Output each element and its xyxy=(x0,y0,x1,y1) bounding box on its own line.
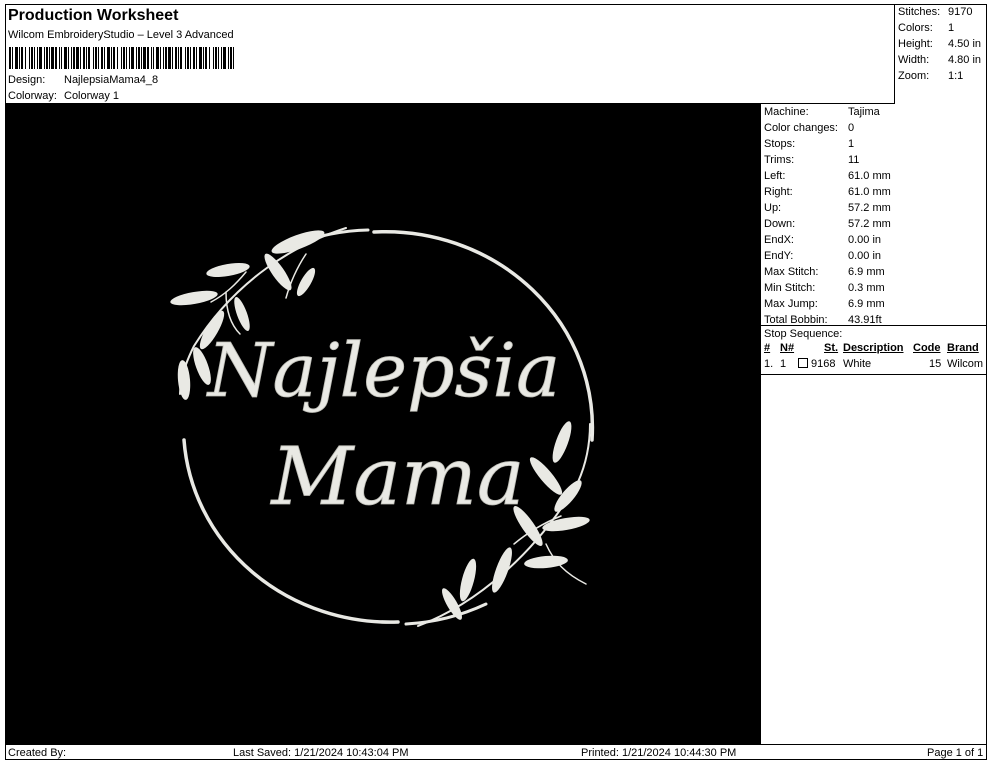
design-preview: Najlepšia Mama xyxy=(6,104,760,744)
row-needle: 1 xyxy=(780,358,787,370)
row-brand: Wilcom xyxy=(947,358,984,370)
row-stitches: 9168 xyxy=(811,358,836,370)
col-header-needle: N# xyxy=(780,342,795,354)
max-stitch-row: Max Stitch: 6.9 mm xyxy=(764,266,885,278)
col-header-index: # xyxy=(764,342,771,354)
height-row: Height: 4.50 in xyxy=(898,38,982,50)
worksheet-header: Production Worksheet Wilcom EmbroiderySt… xyxy=(6,5,894,104)
colorway-label: Colorway: xyxy=(8,90,57,102)
design-text-line1: Najlepšia xyxy=(206,328,560,414)
left-row: Left: 61.0 mm xyxy=(764,170,891,182)
design-text-line2: Mama xyxy=(269,430,524,523)
colors-row: Colors: 1 xyxy=(898,22,955,34)
design-name: NajlepsiaMama4_8 xyxy=(64,74,159,86)
colorway-name: Colorway 1 xyxy=(64,90,120,102)
machine-row: Machine: Tajima xyxy=(764,106,880,118)
trims-row: Trims: 11 xyxy=(764,154,860,166)
worksheet-footer: Created By: Last Saved: 1/21/2024 10:43:… xyxy=(6,744,987,760)
production-worksheet: Production Worksheet Wilcom EmbroiderySt… xyxy=(5,4,987,760)
max-jump-row: Max Jump: 6.9 mm xyxy=(764,298,885,310)
embroidery-design: Najlepšia Mama xyxy=(6,104,760,744)
down-row: Down: 57.2 mm xyxy=(764,218,891,230)
endy-row: EndY: 0.00 in xyxy=(764,250,882,262)
width-row: Width: 4.80 in xyxy=(898,54,982,66)
stops-row: Stops: 1 xyxy=(764,138,855,150)
colorway-row: Colorway: Colorway 1 xyxy=(8,90,119,102)
col-header-code: Code xyxy=(913,342,941,354)
summary-panel: Stitches: 9170 Colors: 1 Height: 4.50 in Wi… xyxy=(894,5,987,104)
row-index: 1. xyxy=(764,358,774,370)
endx-row: EndX: 0.00 in xyxy=(764,234,882,246)
zoom-row: Zoom: 1:1 xyxy=(898,70,964,82)
created-by: Created By: xyxy=(8,747,67,759)
width-value: 4.80 in xyxy=(948,54,982,66)
software-name: Wilcom EmbroideryStudio – Level 3 Advanc… xyxy=(8,29,234,41)
page-number: Page 1 of 1 xyxy=(927,747,984,759)
colors-value: 1 xyxy=(948,22,955,34)
machine-info-panel: Machine: Tajima Color changes: 0 Stops: 1 T… xyxy=(760,104,987,744)
printed-date: Printed: 1/21/2024 10:44:30 PM xyxy=(581,747,737,759)
table-divider xyxy=(761,374,987,375)
stitches-value: 9170 xyxy=(948,6,973,18)
zoom-value: 1:1 xyxy=(948,70,964,82)
design-label: Design: xyxy=(8,74,46,86)
page-title: Production Worksheet xyxy=(8,7,179,24)
last-saved: Last Saved: 1/21/2024 10:43:04 PM xyxy=(233,747,409,759)
col-header-brand: Brand xyxy=(947,342,979,354)
col-header-description: Description xyxy=(843,342,904,354)
barcode xyxy=(9,47,234,69)
color-swatch xyxy=(798,358,808,370)
stitches-row: Stitches: 9170 xyxy=(898,6,973,18)
row-code: 15 xyxy=(929,358,942,370)
up-row: Up: 57.2 mm xyxy=(764,202,891,214)
min-stitch-row: Min Stitch: 0.3 mm xyxy=(764,282,885,294)
col-header-stitches: St. xyxy=(824,342,839,354)
height-value: 4.50 in xyxy=(948,38,982,50)
stop-sequence-header: Stop Sequence: xyxy=(761,325,987,340)
row-description: White xyxy=(843,358,872,370)
right-row: Right: 61.0 mm xyxy=(764,186,891,198)
design-row: Design: NajlepsiaMama4_8 xyxy=(8,74,158,86)
color-changes-row: Color changes: 0 xyxy=(764,122,855,134)
